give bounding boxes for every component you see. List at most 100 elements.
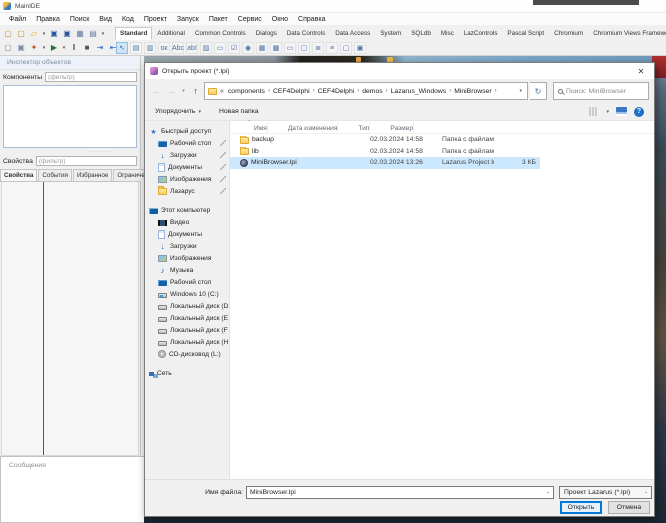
toolbar-button-icon[interactable]: ■ xyxy=(81,42,93,54)
sidebar-item[interactable]: Видео xyxy=(145,216,229,228)
chevron-down-icon[interactable]: ▾ xyxy=(516,88,525,94)
sidebar-item[interactable]: Сеть xyxy=(145,367,229,379)
palette-tab[interactable]: Chromium xyxy=(549,27,588,40)
sidebar-item[interactable]: Изображения xyxy=(145,252,229,264)
palette-component-icon[interactable]: ▢ xyxy=(298,42,310,54)
palette-tab[interactable]: Pascal Script xyxy=(502,27,549,40)
filename-combo[interactable]: MiniBrowser.lpi ⌄ xyxy=(246,486,554,499)
palette-tab[interactable]: System xyxy=(375,27,406,40)
menu-item[interactable]: Код xyxy=(117,15,139,24)
menu-item[interactable]: Окно xyxy=(267,15,293,24)
menu-item[interactable]: Файл xyxy=(4,15,31,24)
palette-component-icon[interactable]: Abc xyxy=(172,42,184,54)
inspector-tab[interactable]: Свойства xyxy=(0,169,37,181)
menu-item[interactable]: Пакет xyxy=(204,15,233,24)
refresh-icon[interactable]: ↻ xyxy=(530,82,547,100)
sidebar-item[interactable]: CD-дисковод (L:) xyxy=(145,348,229,360)
sidebar-item[interactable]: Изображения xyxy=(145,173,229,185)
menu-item[interactable]: Правка xyxy=(31,15,65,24)
toolbar-button-icon[interactable]: ▣ xyxy=(48,28,60,40)
palette-component-icon[interactable]: ▥ xyxy=(144,42,156,54)
menu-item[interactable]: Справка xyxy=(293,15,330,24)
toolbar-button-icon[interactable]: ▢ xyxy=(15,28,27,40)
properties-filter-input[interactable]: (фильтр) xyxy=(36,156,137,166)
toolbar-button-icon[interactable]: ‖ xyxy=(68,42,80,54)
toolbar-button-icon[interactable]: ▾ xyxy=(41,28,47,40)
sidebar-item[interactable]: Windows 10 (C:) xyxy=(145,288,229,300)
back-icon[interactable]: ← xyxy=(150,84,163,98)
palette-component-icon[interactable]: ▨ xyxy=(200,42,212,54)
dialog-titlebar[interactable]: Открыть проект (*.lpi) ✕ xyxy=(145,63,654,79)
toolbar-button-icon[interactable]: ⇥ xyxy=(94,42,106,54)
palette-tab[interactable]: SQLdb xyxy=(406,27,436,40)
sidebar-item[interactable]: Лазарус xyxy=(145,185,229,197)
menu-item[interactable]: Сервис xyxy=(233,15,267,24)
column-header[interactable]: Тип xyxy=(338,122,370,133)
file-row[interactable]: backup 02.03.2024 14:58 Папка с файлами xyxy=(230,134,540,146)
palette-component-icon[interactable]: ▦ xyxy=(256,42,268,54)
sidebar-item[interactable]: Рабочий стол xyxy=(145,137,229,149)
inspector-tab[interactable]: Избранное xyxy=(73,169,112,181)
toolbar-button-icon[interactable]: ▾ xyxy=(41,42,47,54)
menu-item[interactable]: Поиск xyxy=(65,15,94,24)
palette-component-icon[interactable]: ≡ xyxy=(326,42,338,54)
palette-tab[interactable]: Additional xyxy=(152,27,190,40)
palette-tab[interactable]: Data Controls xyxy=(282,27,331,40)
help-icon[interactable]: ? xyxy=(634,107,644,117)
view-list-icon[interactable] xyxy=(589,107,599,116)
palette-component-icon[interactable]: ▭ xyxy=(284,42,296,54)
palette-tab[interactable]: Dialogs xyxy=(251,27,282,40)
component-tree[interactable] xyxy=(3,85,137,148)
view-details-icon[interactable] xyxy=(616,107,627,116)
breadcrumb-item[interactable]: demos › xyxy=(360,88,388,95)
forward-icon[interactable]: → xyxy=(165,84,178,98)
palette-tab[interactable]: Chromium Views Framework xyxy=(588,27,666,40)
palette-component-icon[interactable]: ↖ xyxy=(116,42,128,54)
toolbar-button-icon[interactable]: ▣ xyxy=(15,42,27,54)
palette-tab[interactable]: Standard xyxy=(115,27,152,40)
components-filter-input[interactable]: (фильтр) xyxy=(45,72,137,82)
cancel-button[interactable]: Отмена xyxy=(608,501,650,514)
palette-tab[interactable]: Misc xyxy=(436,27,459,40)
new-folder-button[interactable]: Новая папка xyxy=(219,108,259,115)
palette-tab[interactable]: Data Access xyxy=(330,27,375,40)
sidebar-item[interactable]: Локальный диск (H xyxy=(145,336,229,348)
breadcrumb-overflow[interactable]: « xyxy=(220,88,224,95)
sidebar-item[interactable]: Загрузки xyxy=(145,149,229,161)
history-dropdown-icon[interactable]: ▾ xyxy=(180,84,187,98)
palette-component-icon[interactable]: ▢ xyxy=(340,42,352,54)
breadcrumb-item[interactable]: CEF4Delphi › xyxy=(316,88,361,95)
palette-component-icon[interactable]: ▭ xyxy=(214,42,226,54)
search-input[interactable]: Поиск: MiniBrowser xyxy=(553,82,649,100)
toolbar-button-icon[interactable]: ▤ xyxy=(87,28,99,40)
toolbar-button-icon[interactable]: ▾ xyxy=(61,42,67,54)
palette-tab[interactable]: LazControls xyxy=(459,27,503,40)
breadcrumb-item[interactable]: components › xyxy=(226,88,271,95)
column-header[interactable]: Размер xyxy=(370,122,414,133)
palette-component-icon[interactable]: ☑ xyxy=(228,42,240,54)
breadcrumb-item[interactable]: Lazarus_Windows › xyxy=(389,88,453,95)
open-button[interactable]: Открыть xyxy=(560,501,602,514)
palette-component-icon[interactable]: ▣ xyxy=(354,42,366,54)
palette-component-icon[interactable]: abI xyxy=(186,42,198,54)
sidebar-item[interactable]: Загрузки xyxy=(145,240,229,252)
inspector-tab[interactable]: События xyxy=(38,169,72,181)
file-row[interactable]: MiniBrowser.lpi 02.03.2024 13:26 Lazarus… xyxy=(230,157,540,169)
breadcrumb[interactable]: « components › CEF4Delphi › CEF4Delphi xyxy=(204,82,528,100)
sidebar-item[interactable]: Быстрый доступ xyxy=(145,125,229,137)
file-row[interactable]: lib 02.03.2024 14:58 Папка с файлами xyxy=(230,146,540,158)
menu-item[interactable]: Запуск xyxy=(172,15,204,24)
palette-component-icon[interactable]: ▤ xyxy=(130,42,142,54)
organize-button[interactable]: Упорядочить ▾ xyxy=(155,108,201,115)
toolbar-button-icon[interactable]: ▱ xyxy=(28,28,40,40)
sidebar-item[interactable]: Локальный диск (D xyxy=(145,300,229,312)
filetype-combo[interactable]: Проект Lazarus (*.lpi) ⌄ xyxy=(559,486,652,499)
toolbar-button-icon[interactable]: ▦ xyxy=(74,28,86,40)
palette-component-icon[interactable]: ок xyxy=(158,42,170,54)
palette-component-icon[interactable]: ◉ xyxy=(242,42,254,54)
sidebar-item[interactable]: Локальный диск (E xyxy=(145,312,229,324)
palette-component-icon[interactable]: ≣ xyxy=(312,42,324,54)
palette-component-icon[interactable]: ▩ xyxy=(270,42,282,54)
sidebar-item[interactable]: Локальный диск (F xyxy=(145,324,229,336)
breadcrumb-item[interactable]: CEF4Delphi › xyxy=(271,88,316,95)
